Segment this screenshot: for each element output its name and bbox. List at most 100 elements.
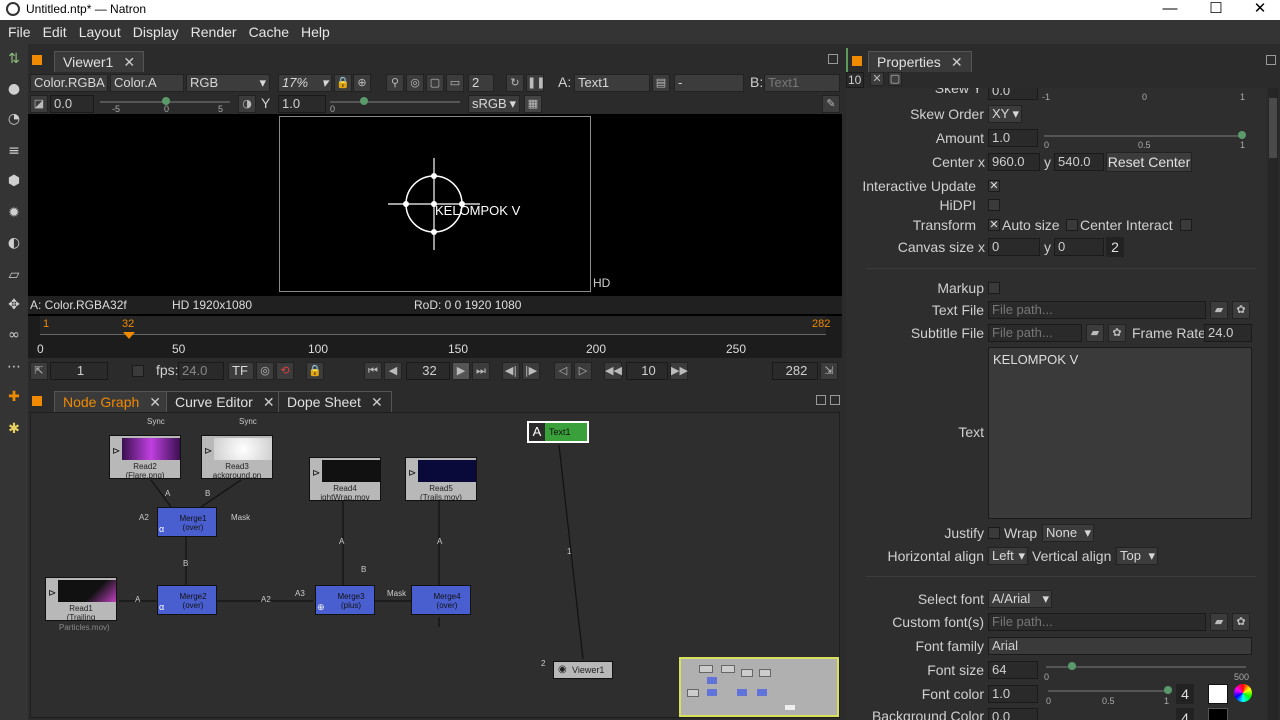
canvas-x-field[interactable]: 0: [988, 238, 1040, 256]
custom-fonts-field[interactable]: File path...: [988, 613, 1206, 631]
minimize-button[interactable]: —: [1148, 0, 1192, 20]
bg-color-field[interactable]: 0.0: [988, 708, 1038, 720]
wrap-combo[interactable]: None ▾: [1042, 524, 1094, 542]
folder-icon[interactable]: ▰: [1210, 301, 1228, 319]
node-text1[interactable]: A Text1: [527, 421, 589, 443]
close-icon[interactable]: ✕: [123, 54, 135, 70]
increment-field[interactable]: 10: [626, 362, 668, 380]
link-icon[interactable]: ▤: [652, 74, 670, 92]
extra-tools-icon[interactable]: ✱: [5, 420, 23, 438]
node-graph-canvas[interactable]: Sync ⊳ Read2 (Flare.png) Sync ⊳ Read3 ac…: [30, 412, 840, 718]
layer-combo[interactable]: Color.RGBA: [30, 74, 108, 92]
rewind-increment-icon[interactable]: ◀◀: [604, 362, 622, 380]
node-viewer1[interactable]: ◉ Viewer1: [553, 661, 613, 679]
center-interact-checkbox[interactable]: [1180, 219, 1192, 231]
float-pane-icon[interactable]: [828, 54, 838, 64]
maximize-button[interactable]: ☐: [1194, 0, 1238, 20]
slider-knob[interactable]: [360, 97, 368, 105]
float-pane-icon[interactable]: [1266, 55, 1276, 65]
reload-icon[interactable]: ✿: [1232, 613, 1250, 631]
slider-knob[interactable]: [1164, 686, 1172, 694]
composite-op-combo[interactable]: -: [674, 74, 744, 92]
playhead[interactable]: [123, 332, 135, 339]
input-b-combo[interactable]: Text1: [764, 74, 840, 92]
display-channels-combo[interactable]: RGB ▾: [186, 74, 270, 92]
folder-icon[interactable]: ▰: [1086, 324, 1104, 342]
select-font-combo[interactable]: A/Arial ▾: [988, 590, 1052, 608]
turbo-icon[interactable]: ◎: [256, 362, 274, 380]
node-read2[interactable]: ⊳ Read2 (Flare.png): [109, 435, 181, 480]
tab-viewer1[interactable]: Viewer1 ✕: [54, 51, 145, 72]
first-frame-icon[interactable]: ⏮: [364, 362, 382, 380]
keyer-tools-icon[interactable]: ◐: [5, 234, 23, 252]
prev-keyframe-icon[interactable]: ◀|: [502, 362, 520, 380]
gamma-field[interactable]: 1.0: [278, 95, 326, 113]
amount-field[interactable]: 1.0: [988, 129, 1038, 147]
timeformat-combo[interactable]: TF: [228, 362, 254, 380]
zoom-combo[interactable]: 17% ▾: [278, 74, 332, 92]
prev-increment-icon[interactable]: ◁: [554, 362, 572, 380]
pane-menu-icon[interactable]: [32, 396, 42, 406]
pane-menu-icon[interactable]: [852, 56, 862, 66]
node-merge2[interactable]: Merge2 (over) α: [157, 585, 217, 615]
render-area-icon[interactable]: ◎: [406, 74, 424, 92]
colorspace-combo[interactable]: sRGB ▾: [468, 95, 520, 113]
subtitle-file-field[interactable]: File path...: [988, 324, 1082, 342]
interactive-update-checkbox[interactable]: ✕: [988, 180, 1000, 192]
skew-y-field[interactable]: 0.0: [988, 88, 1038, 100]
node-read4[interactable]: ⊳ Read4 ightWrap.mov: [309, 457, 381, 502]
hidpi-checkbox[interactable]: [988, 199, 1000, 211]
node-read5[interactable]: ⊳ Read5 (Trails.mov): [405, 457, 477, 502]
pane-menu-icon[interactable]: [32, 55, 42, 65]
views-tools-icon[interactable]: ∞: [5, 326, 23, 344]
menu-help[interactable]: Help: [297, 24, 338, 40]
menu-render[interactable]: Render: [187, 24, 245, 40]
auto-contrast-icon[interactable]: ◑: [238, 95, 256, 113]
gain-field[interactable]: 0.0: [50, 95, 94, 113]
filter-tools-icon[interactable]: ✹: [5, 204, 23, 222]
color-wheel-icon[interactable]: [1234, 684, 1252, 702]
node-merge4[interactable]: Merge4 (over): [411, 585, 471, 615]
text-content-area[interactable]: KELOMPOK V: [988, 347, 1252, 519]
slider-knob[interactable]: [1238, 131, 1246, 139]
frame-rate-field[interactable]: 24.0: [1204, 324, 1252, 342]
other-tools-icon[interactable]: ⋯: [5, 358, 23, 376]
plugins-tools-icon[interactable]: ✚: [5, 388, 23, 406]
node-read3[interactable]: ⊳ Read3 ackground.pn: [201, 435, 273, 480]
menu-edit[interactable]: Edit: [39, 24, 75, 40]
text-file-field[interactable]: File path...: [988, 301, 1206, 319]
folder-icon[interactable]: ▰: [1210, 613, 1228, 631]
color-tools-icon[interactable]: ⬢: [5, 172, 23, 190]
next-increment-icon[interactable]: ▷: [574, 362, 592, 380]
tab-curve-editor[interactable]: Curve Editor ✕: [166, 391, 284, 412]
set-out-point-icon[interactable]: ⇲: [820, 362, 838, 380]
paint-tools-icon[interactable]: ●: [5, 80, 23, 98]
close-icon[interactable]: ✕: [149, 394, 161, 410]
properties-scrollbar[interactable]: [1268, 88, 1278, 720]
sync-viewers-icon[interactable]: ⊕: [353, 74, 371, 92]
next-keyframe-icon[interactable]: |▶: [522, 362, 540, 380]
center-x-field[interactable]: 960.0: [988, 153, 1040, 171]
menu-cache[interactable]: Cache: [245, 24, 297, 40]
input-a-combo[interactable]: Text1: [574, 74, 650, 92]
close-icon[interactable]: ✕: [951, 54, 963, 70]
auto-size-checkbox[interactable]: [1066, 219, 1078, 231]
close-pane-icon[interactable]: [830, 395, 840, 405]
checkerboard-icon[interactable]: ▦: [524, 95, 542, 113]
close-icon[interactable]: ✕: [371, 394, 383, 410]
markup-checkbox[interactable]: [988, 282, 1000, 294]
minimize-panels-icon[interactable]: ▢: [888, 72, 902, 86]
gamma-slider[interactable]: [330, 95, 460, 109]
transform-checkbox[interactable]: ✕: [988, 219, 1000, 231]
horizontal-align-combo[interactable]: Left ▾: [988, 547, 1028, 565]
close-button[interactable]: ✕: [1238, 0, 1280, 20]
clear-panels-icon[interactable]: ✕: [870, 72, 884, 86]
timeline[interactable]: 1 32 282 0 50 100 150 200 250: [28, 316, 842, 358]
font-family-field[interactable]: Arial: [988, 637, 1252, 655]
lock-range-icon[interactable]: 🔒: [306, 362, 324, 380]
clip-to-project-icon[interactable]: ⚲: [386, 74, 404, 92]
bg-color-swatch[interactable]: [1208, 708, 1228, 720]
node-graph-minimap[interactable]: [679, 657, 839, 717]
current-frame-field[interactable]: 32: [406, 362, 450, 380]
float-pane-icon[interactable]: [816, 395, 826, 405]
